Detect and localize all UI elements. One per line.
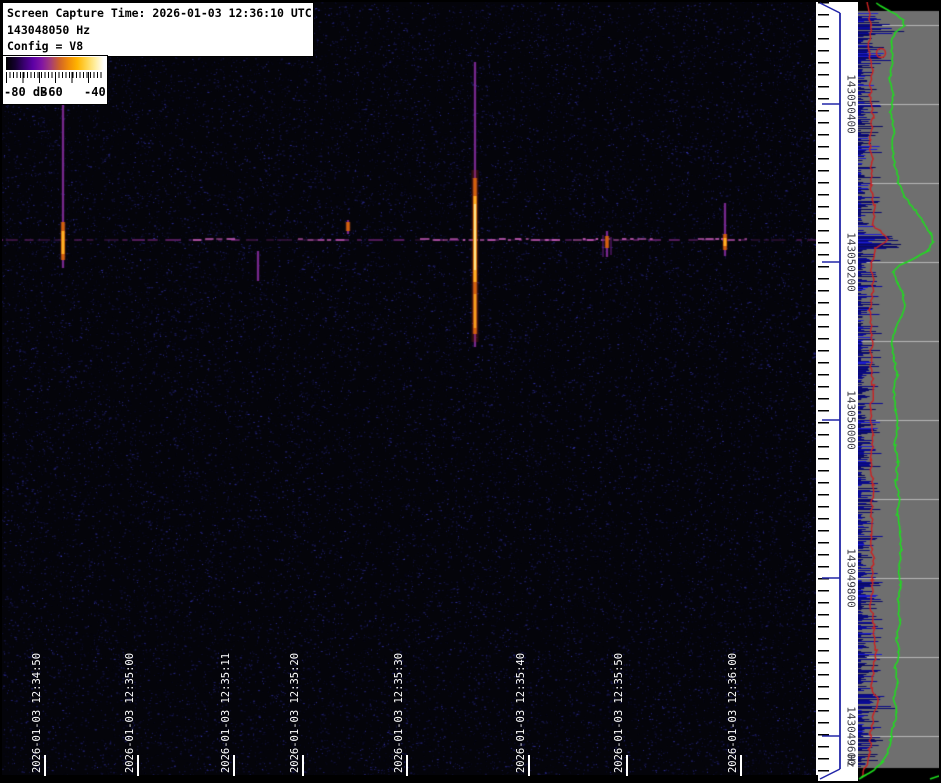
time-tick-mark — [137, 755, 139, 776]
frequency-tick-label: 143049800 — [844, 548, 858, 608]
capture-info-box: Screen Capture Time: 2026-01-03 12:36:10… — [2, 2, 314, 57]
frequency-tick-label: 143050000 — [844, 390, 858, 450]
meteor-echo-monitor: 2026-01-03 12:34:50 2026-01-03 12:35:00 20… — [0, 0, 941, 783]
time-tick-label: 2026-01-03 12:35:50 — [613, 652, 625, 774]
time-tick-mark — [302, 755, 304, 776]
color-scale-label-mid: -60 — [41, 85, 63, 99]
color-scale-major-ticks — [6, 72, 104, 83]
color-scale-legend: -80 dB -60 -40 — [2, 55, 108, 105]
border-top — [0, 0, 941, 2]
time-tick-label: 2026-01-03 12:35:11 — [220, 652, 232, 774]
color-scale-gradient — [6, 57, 104, 70]
border-left — [0, 0, 2, 783]
tuned-frequency-text: 143048050 Hz — [7, 22, 91, 37]
capture-time-text: Screen Capture Time: 2026-01-03 12:36:10… — [7, 6, 312, 20]
time-tick-label: 2026-01-03 12:35:30 — [393, 652, 405, 774]
time-tick-label: 2026-01-03 12:35:00 — [124, 652, 136, 774]
time-tick-mark — [406, 755, 408, 776]
time-tick-mark — [233, 755, 235, 776]
time-tick-label: 2026-01-03 12:36:00 — [727, 652, 739, 774]
config-text: Config = V8 — [7, 39, 84, 53]
time-tick-mark — [740, 755, 742, 776]
time-tick-label: 2026-01-03 12:35:40 — [515, 652, 527, 774]
time-tick-mark — [528, 755, 530, 776]
frequency-unit-label: Hz — [844, 754, 858, 768]
spectrum-side-panel — [858, 0, 939, 781]
frequency-tick-label: 143050200 — [844, 232, 858, 292]
time-tick-mark — [44, 755, 46, 776]
color-scale-label-max: -40 — [84, 85, 106, 99]
time-tick-label: 2026-01-03 12:34:50 — [31, 652, 43, 774]
frequency-tick-label: 143050400 — [844, 74, 858, 134]
time-tick-label: 2026-01-03 12:35:20 — [289, 652, 301, 774]
time-tick-mark — [626, 755, 628, 776]
